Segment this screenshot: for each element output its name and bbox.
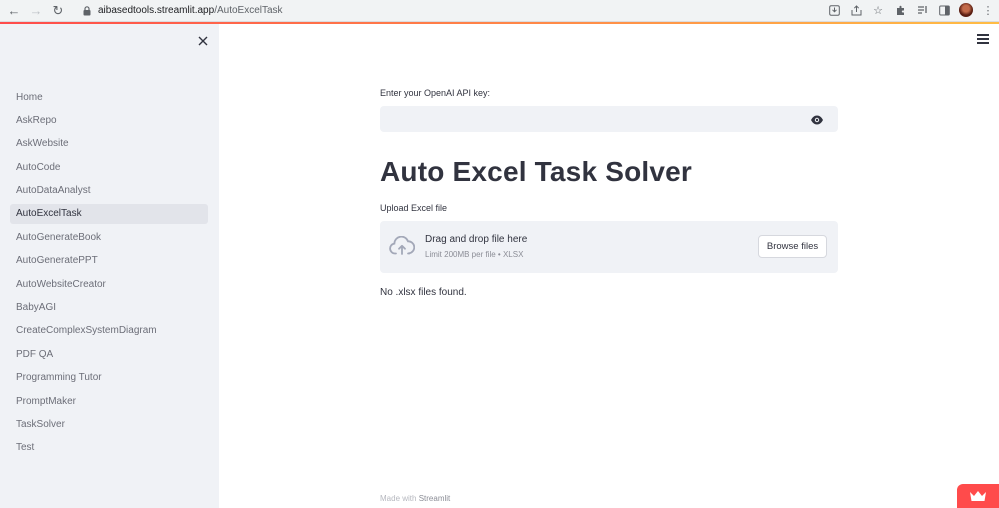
sidebar-item-home[interactable]: Home — [10, 87, 208, 107]
app-menu-icon[interactable] — [977, 34, 989, 44]
install-icon[interactable] — [827, 3, 841, 17]
cloud-upload-icon — [389, 235, 416, 256]
streamlit-crown-icon[interactable] — [957, 484, 999, 508]
sidebar-item-autocode[interactable]: AutoCode — [10, 157, 208, 177]
dropzone-instructions: Drag and drop file here — [425, 234, 528, 245]
browser-menu-icon[interactable]: ⋮ — [981, 3, 995, 17]
sidebar-item-createcomplexsystemdiagram[interactable]: CreateComplexSystemDiagram — [10, 321, 208, 341]
footer-streamlit-link[interactable]: Streamlit — [419, 494, 451, 503]
sidebar-item-autogenerateppt[interactable]: AutoGeneratePPT — [10, 251, 208, 271]
sidebar-item-autowebsitecreator[interactable]: AutoWebsiteCreator — [10, 274, 208, 294]
sidebar-item-test[interactable]: Test — [10, 438, 208, 458]
browser-actions: ☆ ⋮ — [827, 3, 995, 17]
sidebar-item-tasksolver[interactable]: TaskSolver — [10, 414, 208, 434]
share-icon[interactable] — [849, 3, 863, 17]
browse-files-button[interactable]: Browse files — [758, 235, 827, 258]
page-title: Auto Excel Task Solver — [380, 156, 693, 187]
profile-avatar[interactable] — [959, 3, 973, 17]
browser-nav: ← → ↻ — [0, 3, 66, 19]
close-sidebar-icon[interactable] — [196, 34, 210, 48]
url-path: /AutoExcelTask — [214, 5, 283, 16]
browser-toolbar: ← → ↻ aibasedtools.streamlit.app/AutoExc… — [0, 0, 999, 22]
sidebar-item-programming-tutor[interactable]: Programming Tutor — [10, 368, 208, 388]
bookmark-star-icon[interactable]: ☆ — [871, 3, 885, 17]
sidebar-item-autodataanalyst[interactable]: AutoDataAnalyst — [10, 181, 208, 201]
back-icon[interactable]: ← — [6, 3, 22, 19]
footer: Made with Streamlit — [380, 494, 450, 503]
sidebar-item-pdf-qa[interactable]: PDF QA — [10, 344, 208, 364]
file-dropzone[interactable]: Drag and drop file here Limit 200MB per … — [380, 221, 838, 273]
footer-made-with: Made with — [380, 494, 417, 503]
sidebar-item-autoexceltask[interactable]: AutoExcelTask — [10, 203, 208, 224]
side-panel-icon[interactable] — [937, 3, 951, 17]
sidebar-item-askrepo[interactable]: AskRepo — [10, 110, 208, 130]
sidebar: Home AskRepo AskWebsite AutoCode AutoDat… — [0, 24, 219, 508]
url-host: aibasedtools.streamlit.app — [98, 5, 215, 16]
sidebar-item-askwebsite[interactable]: AskWebsite — [10, 134, 208, 154]
forward-icon[interactable]: → — [28, 3, 44, 19]
reload-icon[interactable]: ↻ — [50, 3, 66, 19]
dropzone-limits: Limit 200MB per file • XLSX — [425, 250, 524, 259]
extensions-icon[interactable] — [893, 3, 907, 17]
sidebar-item-babyagi[interactable]: BabyAGI — [10, 298, 208, 318]
sidebar-nav: Home AskRepo AskWebsite AutoCode AutoDat… — [10, 87, 208, 461]
address-bar[interactable]: aibasedtools.streamlit.app/AutoExcelTask — [74, 1, 824, 20]
api-key-input[interactable] — [380, 106, 838, 132]
api-key-label: Enter your OpenAI API key: — [380, 88, 491, 98]
sidebar-item-promptmaker[interactable]: PromptMaker — [10, 391, 208, 411]
no-files-message: No .xlsx files found. — [380, 287, 467, 298]
show-password-eye-icon[interactable] — [810, 113, 824, 125]
reading-list-icon[interactable] — [915, 3, 929, 17]
lock-icon[interactable] — [80, 4, 94, 18]
upload-label: Upload Excel file — [380, 203, 448, 213]
sidebar-item-autogeneratebook[interactable]: AutoGenerateBook — [10, 227, 208, 247]
